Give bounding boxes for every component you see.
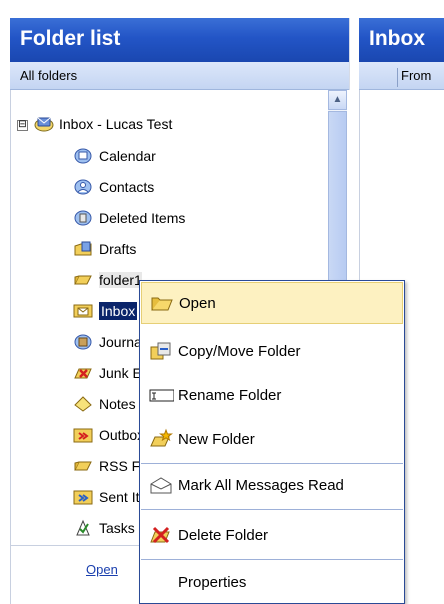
tree-item-label: Drafts xyxy=(99,241,137,257)
tree-item-label: Tasks xyxy=(99,520,135,536)
calendar-icon xyxy=(73,147,93,165)
mailbox-icon xyxy=(33,115,54,133)
tree-item-calendar[interactable]: Calendar xyxy=(73,144,156,168)
tree-item-outbox[interactable]: Outbox xyxy=(73,423,144,447)
all-folders-label: All folders xyxy=(20,68,78,83)
deleted-items-icon xyxy=(73,209,93,227)
menu-item-copy-move-folder[interactable]: Copy/Move Folder xyxy=(141,330,403,372)
scroll-up-arrow-icon[interactable]: ▲ xyxy=(328,90,347,110)
menu-item-properties[interactable]: Properties xyxy=(141,561,403,603)
tree-item-notes[interactable]: Notes xyxy=(73,392,136,416)
inbox-pane-title-text: Inbox xyxy=(369,27,425,50)
menu-item-rename-folder[interactable]: Rename Folder xyxy=(141,374,403,416)
notes-icon xyxy=(73,395,93,413)
collapse-icon[interactable]: ⊟ xyxy=(17,120,28,131)
tree-item-folder1[interactable]: folder1 xyxy=(73,268,142,292)
tree-item-label: Contacts xyxy=(99,179,155,195)
tree-item-label: Notes xyxy=(99,396,136,412)
folder-list-title-text: Folder list xyxy=(20,27,121,50)
all-folders-subheader[interactable]: All folders xyxy=(10,62,349,90)
junk-icon xyxy=(73,364,93,382)
mark-read-icon xyxy=(148,474,174,496)
tree-root-mailbox[interactable]: Inbox - Lucas Test xyxy=(33,112,172,136)
tree-item-label: Outbox xyxy=(99,427,145,443)
tree-item-label: folder1 xyxy=(99,272,142,288)
tree-item-journal[interactable]: Journal xyxy=(73,330,145,354)
inbox-icon xyxy=(73,302,93,320)
menu-item-label: Mark All Messages Read xyxy=(178,476,344,494)
tree-item-label: Inbox xyxy=(99,302,138,320)
tree-item-label: Deleted Items xyxy=(99,210,186,226)
menu-item-label: Rename Folder xyxy=(178,386,282,404)
tasks-icon xyxy=(73,519,93,537)
folder-icon xyxy=(73,271,93,289)
tree-item-drafts[interactable]: Drafts xyxy=(73,237,136,261)
menu-item-label: Copy/Move Folder xyxy=(178,342,301,360)
inbox-pane-title: Inbox xyxy=(359,18,444,62)
tree-item-contacts[interactable]: Contacts xyxy=(73,175,154,199)
tree-item-inbox[interactable]: Inbox xyxy=(73,299,138,323)
column-separator[interactable] xyxy=(397,68,398,87)
drafts-icon xyxy=(73,240,93,258)
folder-list-title: Folder list xyxy=(10,18,349,62)
copy-move-icon xyxy=(148,340,174,362)
menu-item-label: Open xyxy=(179,294,216,312)
delete-folder-icon xyxy=(148,524,174,546)
rss-folder-icon xyxy=(73,457,93,475)
rename-icon xyxy=(148,384,174,406)
menu-item-delete-folder[interactable]: Delete Folder xyxy=(141,514,403,556)
menu-item-label: Properties xyxy=(178,573,247,591)
menu-item-mark-all-read[interactable]: Mark All Messages Read xyxy=(141,464,403,506)
folder-context-menu: Open Copy/Move Folder Rename Folder New … xyxy=(139,280,405,604)
tree-item-label: Calendar xyxy=(99,148,156,164)
tree-root-label: Inbox - Lucas Test xyxy=(59,116,173,132)
menu-item-open[interactable]: Open xyxy=(141,282,403,324)
column-from[interactable]: From xyxy=(401,68,431,83)
tree-item-deleted-items[interactable]: Deleted Items xyxy=(73,206,185,230)
menu-separator xyxy=(141,509,403,510)
menu-item-label: Delete Folder xyxy=(178,526,269,544)
outbox-icon xyxy=(73,426,93,444)
tree-item-tasks[interactable]: Tasks xyxy=(73,516,135,540)
contacts-icon xyxy=(73,178,93,196)
open-link[interactable]: Open xyxy=(86,562,118,577)
new-folder-icon xyxy=(148,428,174,450)
menu-item-new-folder[interactable]: New Folder xyxy=(141,418,403,460)
open-folder-icon xyxy=(149,292,175,314)
sent-items-icon xyxy=(73,488,93,506)
message-list-column-header: From xyxy=(359,62,444,90)
menu-item-label: New Folder xyxy=(178,430,255,448)
journal-icon xyxy=(73,333,93,351)
menu-separator xyxy=(141,559,403,560)
